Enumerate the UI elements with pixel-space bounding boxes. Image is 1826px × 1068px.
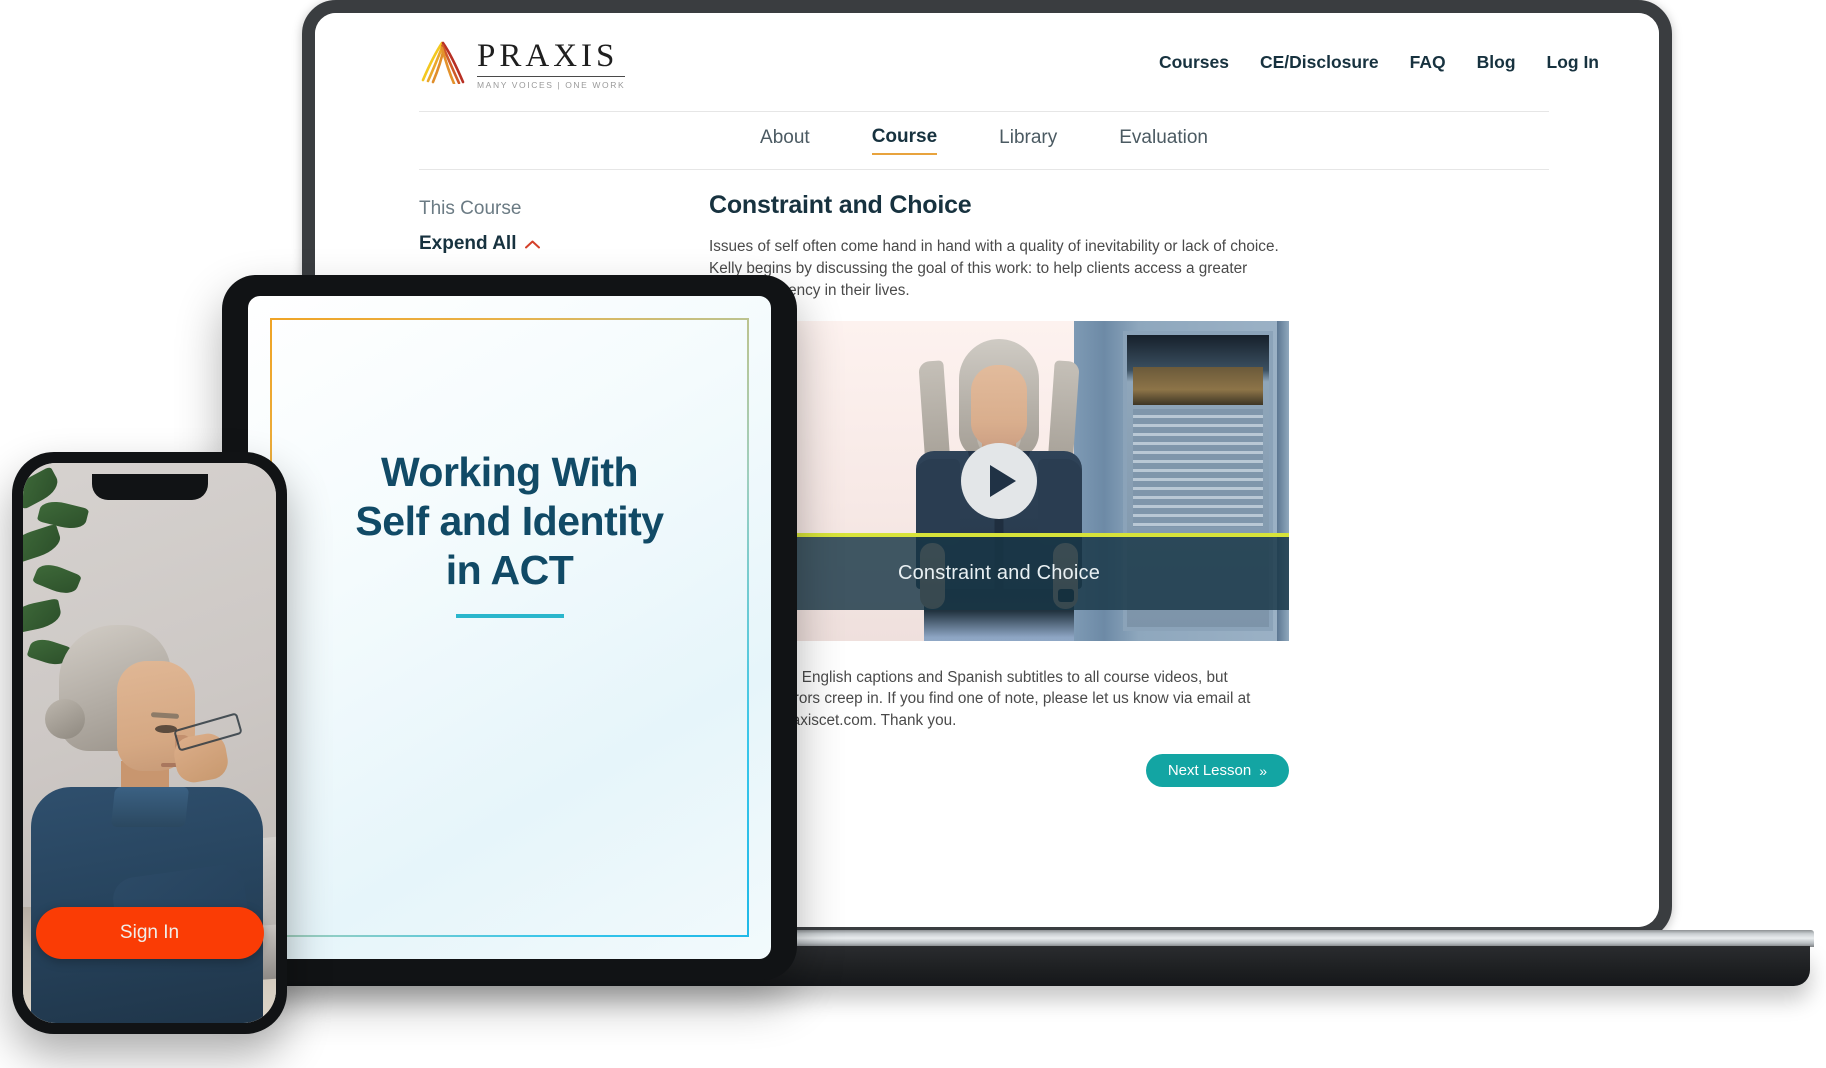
- logo-title: PRAXIS: [477, 40, 626, 78]
- tab-evaluation[interactable]: Evaluation: [1119, 127, 1208, 154]
- tab-about[interactable]: About: [760, 127, 810, 154]
- chevron-up-icon: [525, 240, 541, 248]
- logo-tagline: MANY VOICES | ONE WORK: [477, 80, 626, 91]
- device-mockup-scene: PRAXIS MANY VOICES | ONE WORK Courses CE…: [0, 0, 1826, 1068]
- praxis-logo-mark-icon: [421, 41, 465, 85]
- tab-course[interactable]: Course: [871, 126, 938, 155]
- play-icon[interactable]: [961, 442, 1037, 519]
- course-tab-navigation: About Course Library Evaluation: [419, 112, 1549, 169]
- course-cover-title-block: Working With Self and Identity in ACT: [248, 448, 771, 619]
- tablet-screen: Working With Self and Identity in ACT: [248, 296, 771, 959]
- phone-device: Sign In: [12, 452, 287, 1034]
- praxis-logo-text: PRAXIS MANY VOICES | ONE WORK: [477, 40, 626, 91]
- nav-item-log-in[interactable]: Log In: [1547, 52, 1599, 73]
- next-lesson-button[interactable]: Next Lesson »: [1145, 754, 1289, 788]
- expand-all-toggle[interactable]: Expend All: [419, 233, 669, 255]
- course-cover-title-line-1: Working With: [380, 449, 639, 495]
- video-door-glass: [1133, 366, 1263, 405]
- play-triangle: [989, 464, 1016, 497]
- presenter-face: [971, 364, 1027, 447]
- nav-item-faq[interactable]: FAQ: [1410, 52, 1446, 73]
- sidebar-heading: This Course: [419, 198, 522, 219]
- course-cover-rule: [455, 614, 564, 619]
- tablet-decorative-frame: [270, 318, 749, 937]
- praxis-logo[interactable]: PRAXIS MANY VOICES | ONE WORK: [419, 40, 626, 91]
- tab-library[interactable]: Library: [999, 127, 1057, 154]
- expand-all-label: Expend All: [419, 233, 517, 254]
- phone-person-hair-bun: [45, 699, 85, 739]
- phone-person-collar: [110, 787, 190, 827]
- lesson-title: Constraint and Choice: [709, 191, 972, 219]
- course-sidebar: This Course Expend All: [419, 198, 669, 255]
- course-cover-title-line-3: in ACT: [445, 546, 574, 593]
- nav-item-blog[interactable]: Blog: [1477, 52, 1516, 73]
- double-chevron-right-icon: »: [1259, 762, 1267, 779]
- phone-screen: Sign In: [23, 463, 276, 1023]
- phone-person-shirt: [31, 787, 263, 1023]
- nav-item-courses[interactable]: Courses: [1159, 52, 1229, 73]
- subnav-divider: [419, 169, 1549, 170]
- site-header: PRAXIS MANY VOICES | ONE WORK Courses CE…: [315, 13, 1659, 111]
- phone-notch: [91, 474, 208, 500]
- nav-item-ce-disclosure[interactable]: CE/Disclosure: [1260, 52, 1379, 73]
- phone-photo-person: [25, 603, 263, 1023]
- video-caption-text: Constraint and Choice: [897, 561, 1101, 584]
- course-cover-title-line-2: Self and Identity: [355, 497, 664, 544]
- next-lesson-label: Next Lesson: [1167, 762, 1252, 780]
- tablet-device: Working With Self and Identity in ACT: [222, 275, 797, 980]
- video-door-louvers-upper: [1133, 408, 1263, 527]
- primary-navigation: Courses CE/Disclosure FAQ Blog Log In: [1159, 52, 1599, 73]
- sign-in-button[interactable]: Sign In: [35, 907, 264, 959]
